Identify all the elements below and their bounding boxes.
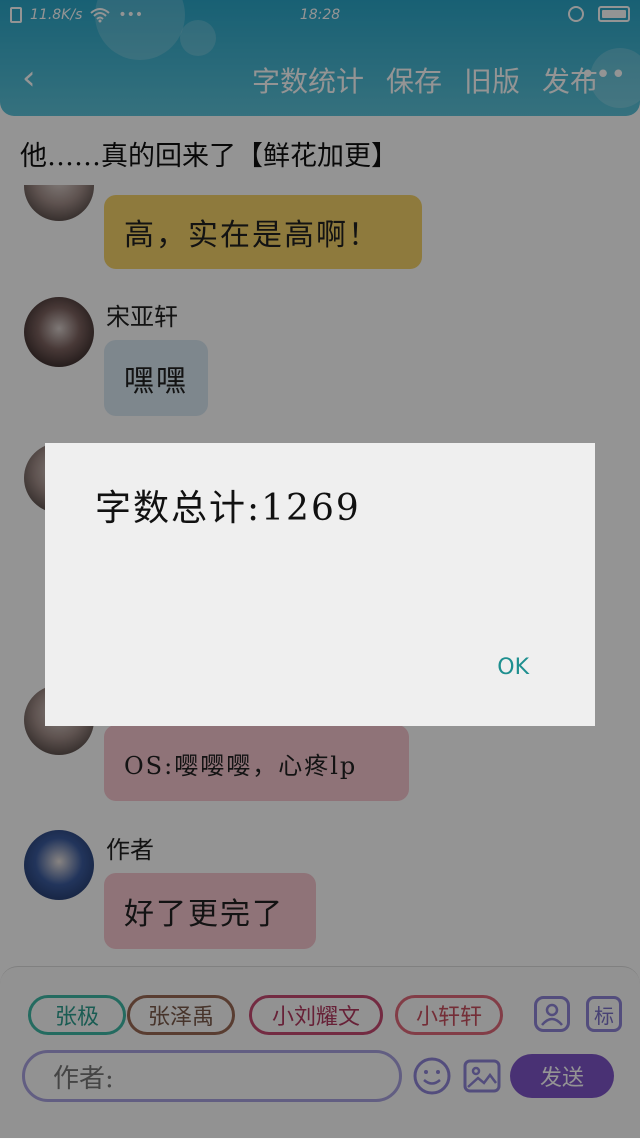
ok-button[interactable]: OK <box>497 655 529 680</box>
word-count-dialog: 字数总计:1269 OK <box>45 443 595 726</box>
dialog-message: 字数总计:1269 <box>95 488 361 529</box>
